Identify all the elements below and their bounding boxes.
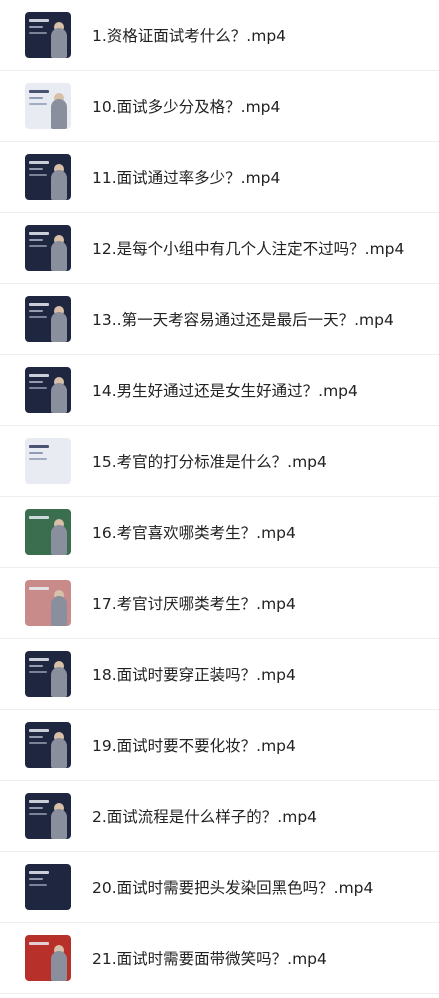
video-title: 12.是每个小组中有几个人注定不过吗？.mp4 bbox=[92, 240, 405, 258]
list-item[interactable]: 20.面试时需要把头发染回黑色吗？.mp4 bbox=[0, 852, 439, 923]
list-item[interactable]: 12.是每个小组中有几个人注定不过吗？.mp4 bbox=[0, 213, 439, 284]
list-item[interactable]: 10.面试多少分及格？.mp4 bbox=[0, 71, 439, 142]
video-thumbnail bbox=[25, 438, 71, 484]
video-thumbnail bbox=[25, 296, 71, 342]
video-title: 21.面试时需要面带微笑吗？.mp4 bbox=[92, 950, 327, 968]
video-thumbnail bbox=[25, 580, 71, 626]
list-item[interactable]: 15.考官的打分标准是什么？.mp4 bbox=[0, 426, 439, 497]
list-item[interactable]: 21.面试时需要面带微笑吗？.mp4 bbox=[0, 923, 439, 994]
video-thumbnail bbox=[25, 935, 71, 981]
video-thumbnail bbox=[25, 722, 71, 768]
video-title: 13..第一天考容易通过还是最后一天？.mp4 bbox=[92, 311, 394, 329]
list-item[interactable]: 13..第一天考容易通过还是最后一天？.mp4 bbox=[0, 284, 439, 355]
video-title: 15.考官的打分标准是什么？.mp4 bbox=[92, 453, 327, 471]
video-thumbnail bbox=[25, 651, 71, 697]
list-item[interactable]: 18.面试时要穿正装吗？.mp4 bbox=[0, 639, 439, 710]
list-item[interactable]: 1.资格证面试考什么？.mp4 bbox=[0, 0, 439, 71]
list-item[interactable]: 17.考官讨厌哪类考生？.mp4 bbox=[0, 568, 439, 639]
video-thumbnail bbox=[25, 12, 71, 58]
video-title: 19.面试时要不要化妆？.mp4 bbox=[92, 737, 296, 755]
video-title: 17.考官讨厌哪类考生？.mp4 bbox=[92, 595, 296, 613]
video-title: 2.面试流程是什么样子的？.mp4 bbox=[92, 808, 318, 826]
list-item[interactable]: 2.面试流程是什么样子的？.mp4 bbox=[0, 781, 439, 852]
video-thumbnail bbox=[25, 864, 71, 910]
video-thumbnail bbox=[25, 367, 71, 413]
video-title: 10.面试多少分及格？.mp4 bbox=[92, 98, 281, 116]
list-item[interactable]: 11.面试通过率多少？.mp4 bbox=[0, 142, 439, 213]
video-title: 16.考官喜欢哪类考生？.mp4 bbox=[92, 524, 296, 542]
video-thumbnail bbox=[25, 793, 71, 839]
list-item[interactable]: 16.考官喜欢哪类考生？.mp4 bbox=[0, 497, 439, 568]
video-thumbnail bbox=[25, 83, 71, 129]
list-item[interactable]: 19.面试时要不要化妆？.mp4 bbox=[0, 710, 439, 781]
video-title: 1.资格证面试考什么？.mp4 bbox=[92, 27, 287, 45]
video-title: 14.男生好通过还是女生好通过？.mp4 bbox=[92, 382, 358, 400]
video-title: 18.面试时要穿正装吗？.mp4 bbox=[92, 666, 296, 684]
video-title: 11.面试通过率多少？.mp4 bbox=[92, 169, 281, 187]
video-title: 20.面试时需要把头发染回黑色吗？.mp4 bbox=[92, 879, 374, 897]
video-thumbnail bbox=[25, 154, 71, 200]
video-thumbnail bbox=[25, 225, 71, 271]
list-item[interactable]: 14.男生好通过还是女生好通过？.mp4 bbox=[0, 355, 439, 426]
video-file-list: 1.资格证面试考什么？.mp4 10.面试多少分及格？.mp4 11.面试通过率… bbox=[0, 0, 439, 994]
video-thumbnail bbox=[25, 509, 71, 555]
